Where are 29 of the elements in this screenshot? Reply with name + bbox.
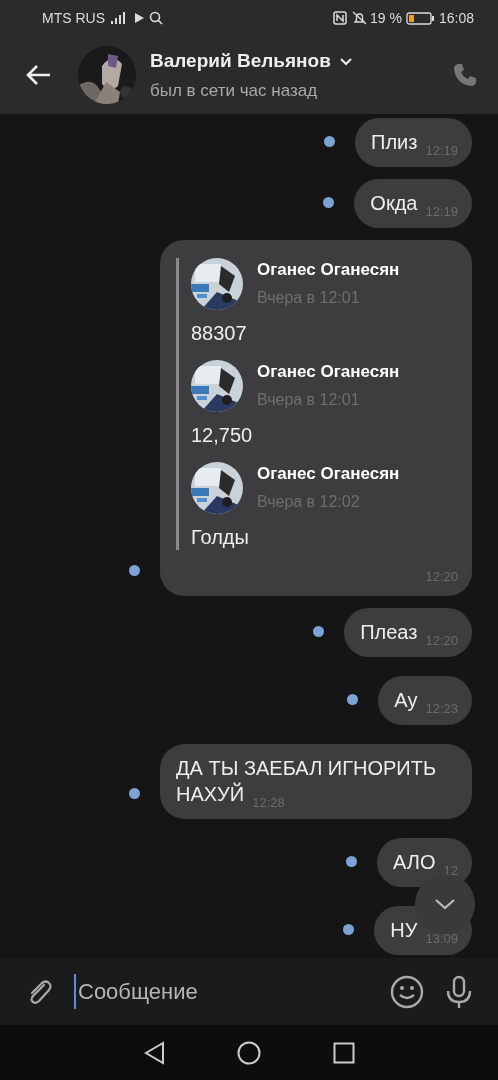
smiley-icon — [390, 974, 424, 1009]
carrier-name: MTS RUS — [42, 8, 105, 28]
home-nav-icon[interactable] — [237, 1040, 261, 1065]
back-arrow-icon — [24, 63, 52, 87]
clock: 16:08 — [438, 8, 474, 28]
emoji-button[interactable] — [390, 974, 424, 1009]
contact-name[interactable]: Валерий Вельянов — [150, 47, 331, 76]
sender-name[interactable]: Оганес Оганесян — [257, 259, 400, 281]
message-text: 12,750 — [191, 423, 254, 448]
nfc-icon — [333, 11, 348, 25]
phone-icon — [452, 62, 478, 88]
battery-percent: 19 % — [370, 8, 402, 28]
sender-name[interactable]: Оганес Оганесян — [257, 361, 400, 383]
microphone-button[interactable] — [444, 974, 474, 1009]
back-nav-icon[interactable] — [143, 1040, 165, 1065]
muted-bell-icon — [352, 11, 368, 25]
play-icon — [133, 12, 145, 24]
microphone-icon — [444, 974, 474, 1009]
chevron-down-icon — [434, 898, 456, 910]
message-text: Голды — [191, 525, 250, 550]
back-button[interactable] — [24, 63, 52, 87]
search-icon — [149, 11, 163, 25]
battery-icon — [405, 11, 435, 25]
chevron-down-icon — [338, 56, 353, 66]
message-text: 88307 — [191, 321, 248, 346]
call-button[interactable] — [452, 62, 478, 88]
recents-nav-icon[interactable] — [333, 1041, 355, 1064]
last-seen-status: был в сети час назад — [150, 79, 319, 102]
sender-name[interactable]: Оганес Оганесян — [257, 463, 400, 485]
